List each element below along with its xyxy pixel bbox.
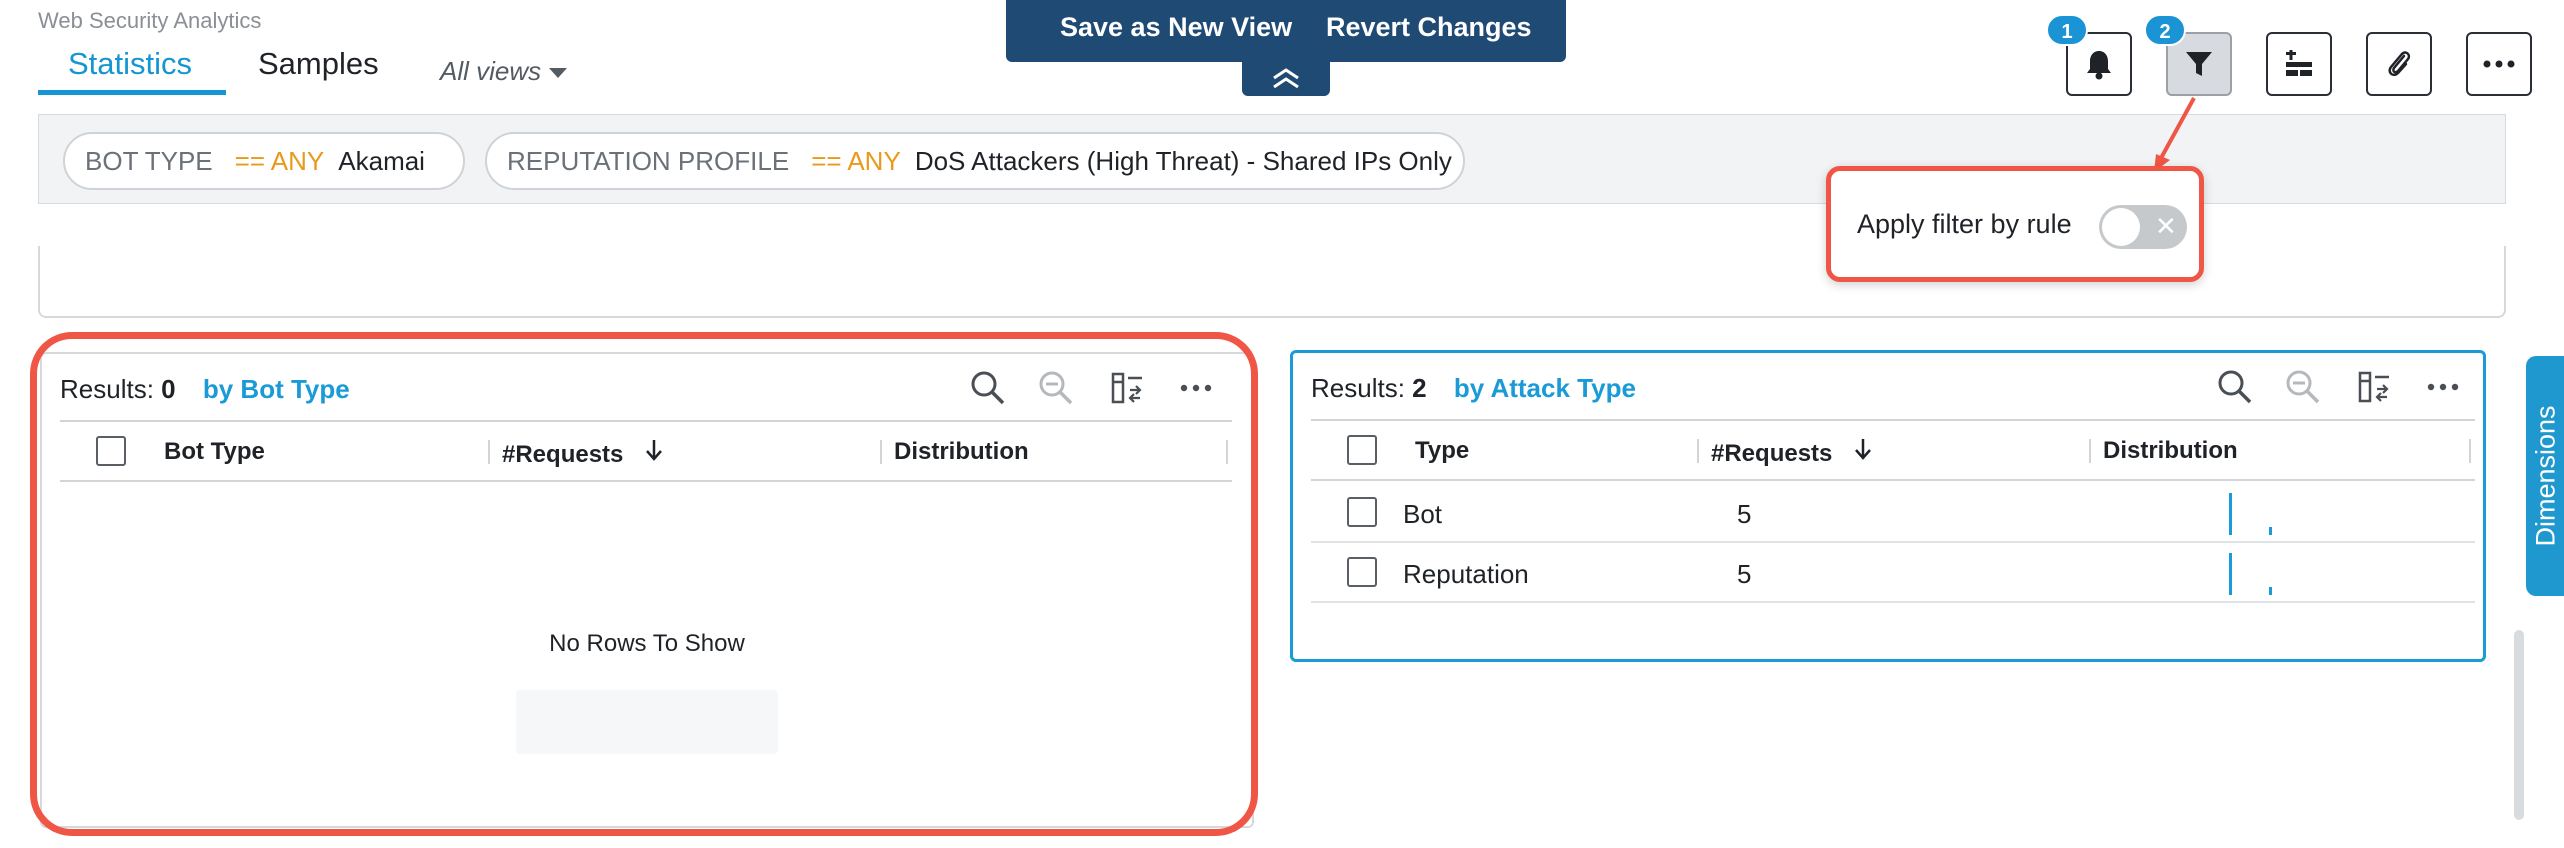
table-row[interactable]: Bot 5	[1311, 483, 2475, 543]
save-changes-bar: Save as New View Revert Changes	[1006, 0, 1566, 62]
filter-value: Akamai	[338, 146, 425, 176]
filter-icon	[2186, 52, 2212, 76]
close-x-icon: ✕	[2155, 211, 2177, 241]
column-resizer[interactable]	[1226, 440, 1228, 464]
grid-header: Type #Requests Distribution	[1311, 419, 2475, 481]
more-icon	[2483, 60, 2515, 68]
tab-samples[interactable]: Samples	[258, 46, 379, 82]
more-options-button[interactable]	[2466, 32, 2532, 96]
cell-requests: 5	[1737, 499, 1752, 529]
toggle-knob	[2102, 208, 2140, 246]
cell-requests: 5	[1737, 559, 1752, 589]
column-resizer[interactable]	[2469, 439, 2471, 463]
revert-changes-button[interactable]: Revert Changes	[1326, 12, 1532, 43]
filter-chip-bot-type[interactable]: BOT TYPE == ANY Akamai	[63, 132, 465, 190]
results-label: Results:	[60, 374, 154, 404]
attack-type-widget: Results: 2 by Attack Type Type #Requests…	[1290, 350, 2486, 662]
column-header-requests[interactable]: #Requests	[1697, 437, 1873, 468]
apply-filter-label: Apply filter by rule	[1857, 209, 2072, 239]
results-count: 0	[161, 374, 176, 404]
dimensions-label: Dimensions	[2530, 405, 2561, 547]
search-icon[interactable]	[968, 368, 1008, 408]
results-count: 2	[1412, 373, 1427, 403]
sort-desc-arrow-icon	[646, 440, 663, 461]
filter-key: BOT TYPE	[85, 146, 213, 176]
more-icon[interactable]	[2423, 367, 2463, 407]
distribution-bar	[2229, 553, 2232, 595]
select-all-checkbox[interactable]	[96, 436, 126, 466]
group-by-link[interactable]: by Bot Type	[203, 374, 350, 404]
zoom-out-icon[interactable]	[2283, 367, 2323, 407]
requests-header-label: #Requests	[502, 441, 624, 468]
grid-header: Bot Type #Requests Distribution	[60, 420, 1232, 482]
results-summary: Results: 2 by Attack Type	[1311, 373, 1636, 404]
requests-header-label: #Requests	[1711, 440, 1833, 467]
filter-count-badge: 2	[2144, 14, 2186, 46]
sort-desc-arrow-icon	[1855, 439, 1872, 460]
cell-type: Bot	[1403, 499, 1443, 529]
save-as-new-view-button[interactable]: Save as New View	[1060, 12, 1292, 43]
results-summary: Results: 0 by Bot Type	[60, 374, 350, 405]
double-chevron-up-icon	[1273, 68, 1299, 89]
filter-key: REPUTATION PROFILE	[507, 146, 790, 176]
cell-type: Reputation	[1403, 559, 1529, 589]
vertical-scrollbar[interactable]	[2514, 630, 2524, 820]
add-widget-button[interactable]	[2266, 32, 2332, 96]
column-header-bot-type[interactable]: Bot Type	[164, 438, 265, 466]
add-widget-icon	[2286, 50, 2312, 76]
column-header-requests[interactable]: #Requests	[488, 438, 664, 469]
column-header-distribution[interactable]: Distribution	[2089, 437, 2238, 465]
collapse-bar-button[interactable]	[1242, 60, 1330, 96]
columns-settings-icon[interactable]	[2355, 367, 2395, 407]
all-views-label: All views	[440, 56, 542, 86]
dimensions-side-tab[interactable]: Dimensions	[2526, 356, 2564, 596]
results-label: Results:	[1311, 373, 1405, 403]
filter-operator: == ANY	[234, 146, 325, 176]
select-all-checkbox[interactable]	[1347, 435, 1377, 465]
apply-filter-toggle[interactable]: ✕	[2099, 205, 2187, 249]
tab-statistics[interactable]: Statistics	[68, 46, 192, 82]
more-icon[interactable]	[1176, 368, 1216, 408]
apply-filter-popup: Apply filter by rule ✕	[1826, 166, 2204, 282]
columns-settings-icon[interactable]	[1108, 368, 1148, 408]
search-icon[interactable]	[2215, 367, 2255, 407]
attach-button[interactable]	[2366, 32, 2432, 96]
all-views-dropdown[interactable]: All views	[440, 56, 568, 87]
group-by-link[interactable]: by Attack Type	[1454, 373, 1636, 403]
distribution-bar	[2229, 493, 2232, 535]
caret-down-icon	[549, 68, 568, 79]
filter-operator: == ANY	[811, 146, 901, 176]
column-header-type[interactable]: Type	[1415, 437, 1469, 465]
annotation-arrow	[2154, 97, 2196, 172]
filter-value: DoS Attackers (High Threat) - Shared IPs…	[914, 146, 1452, 176]
distribution-tick	[2269, 527, 2272, 535]
distribution-tick	[2269, 587, 2272, 595]
paperclip-icon	[2388, 51, 2411, 77]
row-checkbox[interactable]	[1347, 557, 1377, 587]
filter-chip-reputation-profile[interactable]: REPUTATION PROFILE == ANY DoS Attackers (H…	[485, 132, 1465, 190]
bot-type-widget: Results: 0 by Bot Type Bot Type #Request…	[40, 352, 1254, 828]
bell-icon	[2087, 51, 2111, 80]
zoom-out-icon[interactable]	[1036, 368, 1076, 408]
table-row[interactable]: Reputation 5	[1311, 543, 2475, 603]
empty-state-message: No Rows To Show	[549, 630, 745, 657]
row-checkbox[interactable]	[1347, 497, 1377, 527]
app-title: Web Security Analytics	[38, 8, 262, 33]
notification-count-badge: 1	[2046, 14, 2088, 46]
loading-placeholder	[516, 690, 778, 754]
active-tab-indicator	[38, 90, 226, 95]
column-header-distribution[interactable]: Distribution	[880, 438, 1029, 466]
